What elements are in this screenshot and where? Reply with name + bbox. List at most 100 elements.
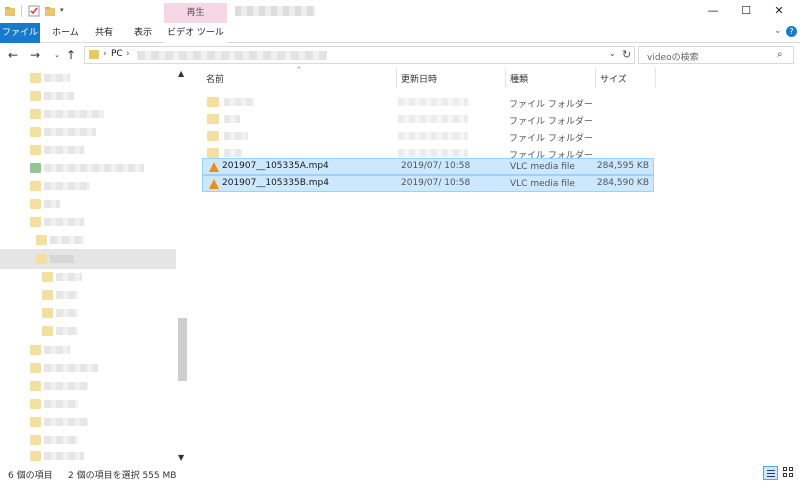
new-folder-icon[interactable] <box>44 5 56 17</box>
tab-share[interactable]: 共有 <box>95 23 113 43</box>
file-row-folder[interactable]: ファイル フォルダー <box>202 128 654 145</box>
file-type: ファイル フォルダー <box>509 134 593 144</box>
file-name: 201907__105335A.mp4 <box>222 161 329 171</box>
drive-icon <box>30 163 41 173</box>
folder-icon <box>30 399 41 409</box>
tab-file[interactable]: ファイル <box>0 23 40 43</box>
nav-label <box>44 110 104 118</box>
folder-icon <box>30 181 41 191</box>
tab-view[interactable]: 表示 <box>134 23 152 43</box>
status-bar: 6 個の項目 2 個の項目を選択 555 MB <box>0 464 800 483</box>
folder-icon <box>207 114 219 124</box>
folder-icon <box>30 435 41 445</box>
file-row-folder[interactable]: ファイル フォルダー <box>202 94 654 111</box>
folder-icon <box>42 326 53 336</box>
column-divider[interactable] <box>655 68 656 88</box>
column-divider[interactable] <box>396 68 397 88</box>
vlc-icon <box>209 179 219 189</box>
window-title <box>235 6 315 16</box>
maximize-icon[interactable]: ☐ <box>739 4 753 18</box>
up-arrow-icon[interactable]: ↑ <box>64 47 78 63</box>
nav-label <box>44 364 98 372</box>
file-name <box>224 149 242 157</box>
folder-icon <box>42 308 53 318</box>
refresh-icon[interactable]: ↻ <box>622 48 631 61</box>
nav-label <box>56 291 78 299</box>
selection-info: 2 個の項目を選択 555 MB <box>68 471 177 481</box>
file-size: 284,595 KB <box>596 161 649 171</box>
nav-label <box>56 327 78 335</box>
folder-icon <box>30 145 41 155</box>
breadcrumb-path[interactable] <box>137 51 327 60</box>
chevron-down-icon[interactable]: ⌄ <box>609 49 616 58</box>
tab-home[interactable]: ホーム <box>52 23 79 43</box>
column-divider[interactable] <box>505 68 506 88</box>
nav-label <box>56 273 82 281</box>
chevron-right-icon[interactable]: › <box>103 49 107 59</box>
column-header-date[interactable]: 更新日時 <box>401 72 437 85</box>
chevron-right-icon[interactable]: › <box>126 49 130 59</box>
file-date <box>398 132 468 140</box>
tab-video-tools[interactable]: ビデオ ツール <box>164 23 227 43</box>
search-input[interactable]: videoの検索 ⌕ <box>638 46 794 64</box>
folder-icon <box>30 345 41 355</box>
nav-label <box>44 200 60 208</box>
folder-icon <box>207 97 219 107</box>
divider <box>21 5 22 17</box>
folder-icon <box>30 417 41 427</box>
column-header-name[interactable]: 名前 <box>206 72 224 85</box>
properties-icon[interactable] <box>28 5 40 17</box>
scrollbar-thumb[interactable] <box>178 318 187 381</box>
item-count: 6 個の項目 <box>8 471 53 481</box>
nav-label <box>44 418 88 426</box>
file-name: 201907__105335B.mp4 <box>222 178 329 188</box>
search-placeholder: videoの検索 <box>647 53 699 63</box>
forward-arrow-icon[interactable]: → <box>28 47 42 63</box>
folder-icon <box>207 148 219 158</box>
context-tab-title: 再生 <box>164 3 227 23</box>
column-divider[interactable] <box>595 68 596 88</box>
nav-label <box>44 346 70 354</box>
file-row-video[interactable]: 201907__105335B.mp4 2019/07/ 10:58 VLC m… <box>202 175 654 192</box>
folder-icon <box>36 254 47 264</box>
nav-selected-item[interactable] <box>0 249 176 269</box>
nav-label <box>56 309 78 317</box>
details-view-icon[interactable] <box>763 466 778 480</box>
file-name <box>224 98 254 106</box>
address-bar[interactable]: › PC › ⌄ ↻ <box>84 46 635 64</box>
nav-label <box>44 92 74 100</box>
nav-label <box>44 128 96 136</box>
chevron-down-icon[interactable]: ⌄ <box>774 26 782 36</box>
nav-label <box>44 182 90 190</box>
file-type: ファイル フォルダー <box>509 100 593 110</box>
file-date: 2019/07/ 10:58 <box>401 178 471 188</box>
close-icon[interactable]: ✕ <box>772 4 786 18</box>
large-icons-view-icon[interactable] <box>782 466 796 480</box>
breadcrumb-pc[interactable]: PC <box>111 49 123 59</box>
scroll-down-icon[interactable]: ▼ <box>178 453 184 462</box>
search-icon[interactable]: ⌕ <box>777 49 783 60</box>
nav-label <box>44 218 84 226</box>
folder-icon[interactable] <box>4 5 16 17</box>
recent-locations-icon[interactable]: ⌄ <box>50 47 64 63</box>
nav-label <box>44 382 88 390</box>
folder-icon <box>30 109 41 119</box>
nav-label <box>44 146 84 154</box>
minimize-icon[interactable]: — <box>706 4 720 18</box>
folder-icon <box>30 91 41 101</box>
file-date <box>398 115 468 123</box>
column-header-type[interactable]: 種類 <box>510 72 528 85</box>
scroll-up-icon[interactable]: ▲ <box>178 69 184 78</box>
column-header-size[interactable]: サイズ <box>600 72 627 85</box>
file-row-video[interactable]: 201907__105335A.mp4 2019/07/ 10:58 VLC m… <box>202 158 654 175</box>
help-icon[interactable]: ? <box>786 26 797 37</box>
folder-icon <box>89 50 99 59</box>
folder-icon <box>30 127 41 137</box>
file-size: 284,590 KB <box>596 178 649 188</box>
folder-icon <box>30 451 41 461</box>
back-arrow-icon[interactable]: ← <box>6 47 20 63</box>
nav-label <box>44 400 78 408</box>
quick-access-dropdown-icon[interactable]: ▾ <box>60 6 72 18</box>
folder-icon <box>42 290 53 300</box>
file-row-folder[interactable]: ファイル フォルダー <box>202 111 654 128</box>
